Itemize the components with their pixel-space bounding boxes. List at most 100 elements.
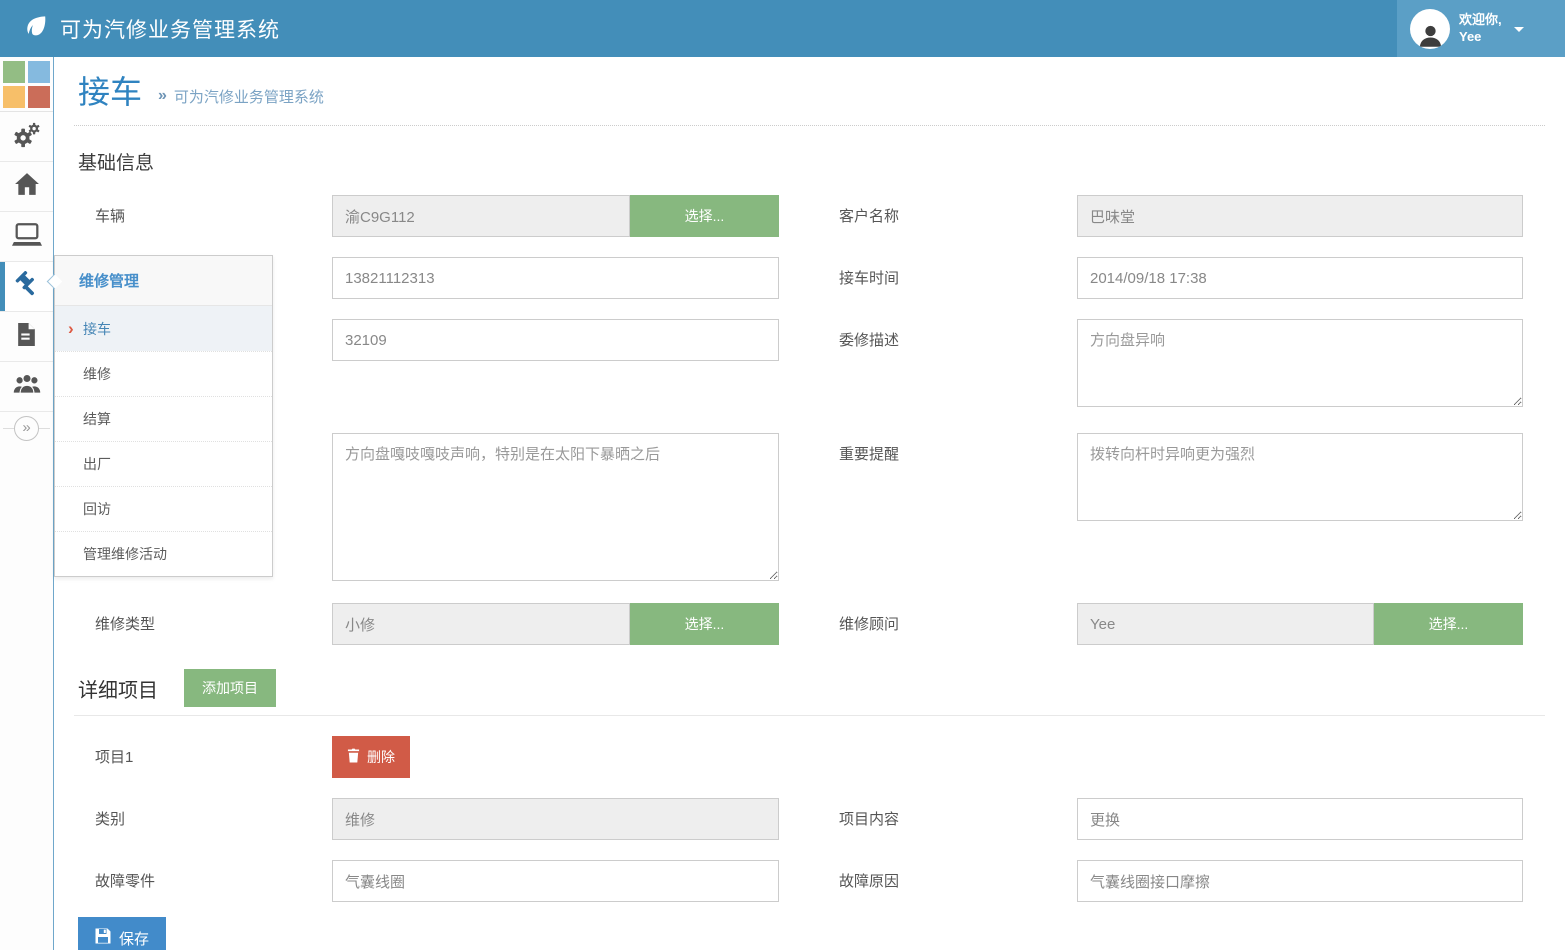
user-menu[interactable]: 欢迎你, Yee [1397,0,1565,57]
form-row: 委修描述 方向盘异响 [78,319,1565,407]
submenu-item-repair[interactable]: 维修 [55,351,272,396]
sidebar-item-workstation[interactable] [0,212,53,262]
phone-input[interactable] [332,257,779,299]
vehicle-input-group: 选择... [332,195,779,237]
entrust-desc-label: 委修描述 [839,319,1077,350]
sidebar-item-home[interactable] [0,162,53,212]
app-title: 可为汽修业务管理系统 [60,14,280,44]
basic-info-section-title: 基础信息 [78,148,1565,175]
divider [39,428,50,429]
app-logo-icon [0,57,53,112]
item-header-row: 项目1 删除 [78,736,1565,778]
submenu-item-label: 出厂 [83,454,111,474]
save-icon [95,928,111,948]
divider [3,428,14,429]
welcome-text: 欢迎你, [1459,12,1502,29]
fault-part-label: 故障零件 [78,860,332,891]
submenu-item-settlement[interactable]: 结算 [55,396,272,441]
trash-icon [347,748,360,766]
category-input[interactable] [332,798,779,840]
save-button[interactable]: 保存 [78,917,166,950]
breadcrumb: » 可为汽修业务管理系统 [158,78,324,107]
save-button-label: 保存 [119,928,149,949]
sidebar: » [0,57,54,950]
leaf-logo-icon [22,12,50,45]
fault-detail-textarea[interactable]: 方向盘嘎吱嘎吱声响，特别是在太阳下暴晒之后 [332,433,779,581]
form-row: 方向盘嘎吱嘎吱声响，特别是在太阳下暴晒之后 重要提醒 拨转向杆时异响更为强烈 [78,433,1565,581]
receive-time-input[interactable] [1077,257,1523,299]
important-note-label: 重要提醒 [839,433,1077,464]
username: Yee [1459,29,1502,46]
advisor-select-button[interactable]: 选择... [1374,603,1523,645]
detail-items-section-title: 详细项目 [78,674,158,703]
category-label: 类别 [78,798,332,829]
customer-label: 客户名称 [839,195,1077,226]
sidebar-item-customers[interactable] [0,362,53,412]
breadcrumb-text: 可为汽修业务管理系统 [174,86,324,107]
advisor-label: 维修顾问 [839,603,1077,634]
submenu-item-label: 管理维修活动 [83,544,167,564]
item-content-label: 项目内容 [839,798,1077,829]
submenu-item-label: 接车 [83,319,111,339]
main-content: 接车 » 可为汽修业务管理系统 基础信息 车辆 选择... 客户名称 [54,57,1565,950]
repair-type-select-button[interactable]: 选择... [630,603,779,645]
logo-square-red [28,86,50,108]
detail-items-section-header: 详细项目 添加项目 [74,663,1545,716]
add-item-button[interactable]: 添加项目 [184,669,276,707]
breadcrumb-separator: » [158,87,167,105]
repair-type-input-group: 选择... [332,603,779,645]
advisor-input[interactable] [1077,603,1374,645]
fault-reason-input[interactable] [1077,860,1523,902]
sidebar-collapse-toggle[interactable]: » [0,412,53,444]
form-row: 维修类型 选择... 维修顾问 选择... [78,603,1565,645]
delete-item-button[interactable]: 删除 [332,736,410,778]
repair-type-label: 维修类型 [78,603,332,634]
repair-management-submenu: 维修管理 › 接车 维修 结算 出厂 回访 管理维修活动 [54,255,273,577]
sidebar-item-settings[interactable] [0,112,53,162]
important-note-textarea[interactable]: 拨转向杆时异响更为强烈 [1077,433,1523,521]
home-icon [14,172,40,201]
gears-icon [13,121,40,153]
repair-type-input[interactable] [332,603,630,645]
chevron-down-icon [1514,27,1524,37]
top-navbar: 可为汽修业务管理系统 欢迎你, Yee [0,0,1565,57]
basic-info-form: 车辆 选择... 客户名称 接车时间 [78,195,1565,645]
logo-square-orange [3,86,25,108]
entrust-desc-textarea[interactable]: 方向盘异响 [1077,319,1523,407]
vehicle-input[interactable] [332,195,630,237]
double-chevron-right-icon: » [14,416,39,441]
submenu-item-label: 回访 [83,499,111,519]
vehicle-select-button[interactable]: 选择... [630,195,779,237]
submenu-title: 维修管理 [55,256,272,306]
submenu-item-follow-up[interactable]: 回访 [55,486,272,531]
form-row: 故障零件 故障原因 [78,860,1565,902]
item-content-input[interactable] [1077,798,1523,840]
sidebar-item-documents[interactable] [0,312,53,362]
users-icon [12,372,42,401]
detail-item-form: 项目1 删除 类别 项目内容 [78,736,1565,902]
gavel-icon [14,271,40,302]
submenu-item-manage-activities[interactable]: 管理维修活动 [55,531,272,576]
user-welcome: 欢迎你, Yee [1459,12,1502,46]
active-arrow-icon: › [68,319,74,339]
form-row: 类别 项目内容 [78,798,1565,840]
laptop-icon [12,222,42,252]
sidebar-item-repair-management[interactable] [0,262,53,312]
item-name: 项目1 [78,736,332,767]
fault-part-input[interactable] [332,860,779,902]
submenu-item-factory-out[interactable]: 出厂 [55,441,272,486]
form-row: 接车时间 [78,257,1565,299]
customer-input[interactable] [1077,195,1523,237]
form-row: 车辆 选择... 客户名称 [78,195,1565,237]
logo-square-blue [28,61,50,83]
vehicle-label: 车辆 [78,195,332,226]
logo-square-green [3,61,25,83]
fault-reason-label: 故障原因 [839,860,1077,891]
receive-time-label: 接车时间 [839,257,1077,288]
delete-button-label: 删除 [367,747,395,767]
submenu-item-label: 维修 [83,364,111,384]
page-header: 接车 » 可为汽修业务管理系统 [74,57,1545,126]
submenu-item-receive[interactable]: › 接车 [55,306,272,351]
mileage-input[interactable] [332,319,779,361]
avatar [1410,9,1450,49]
